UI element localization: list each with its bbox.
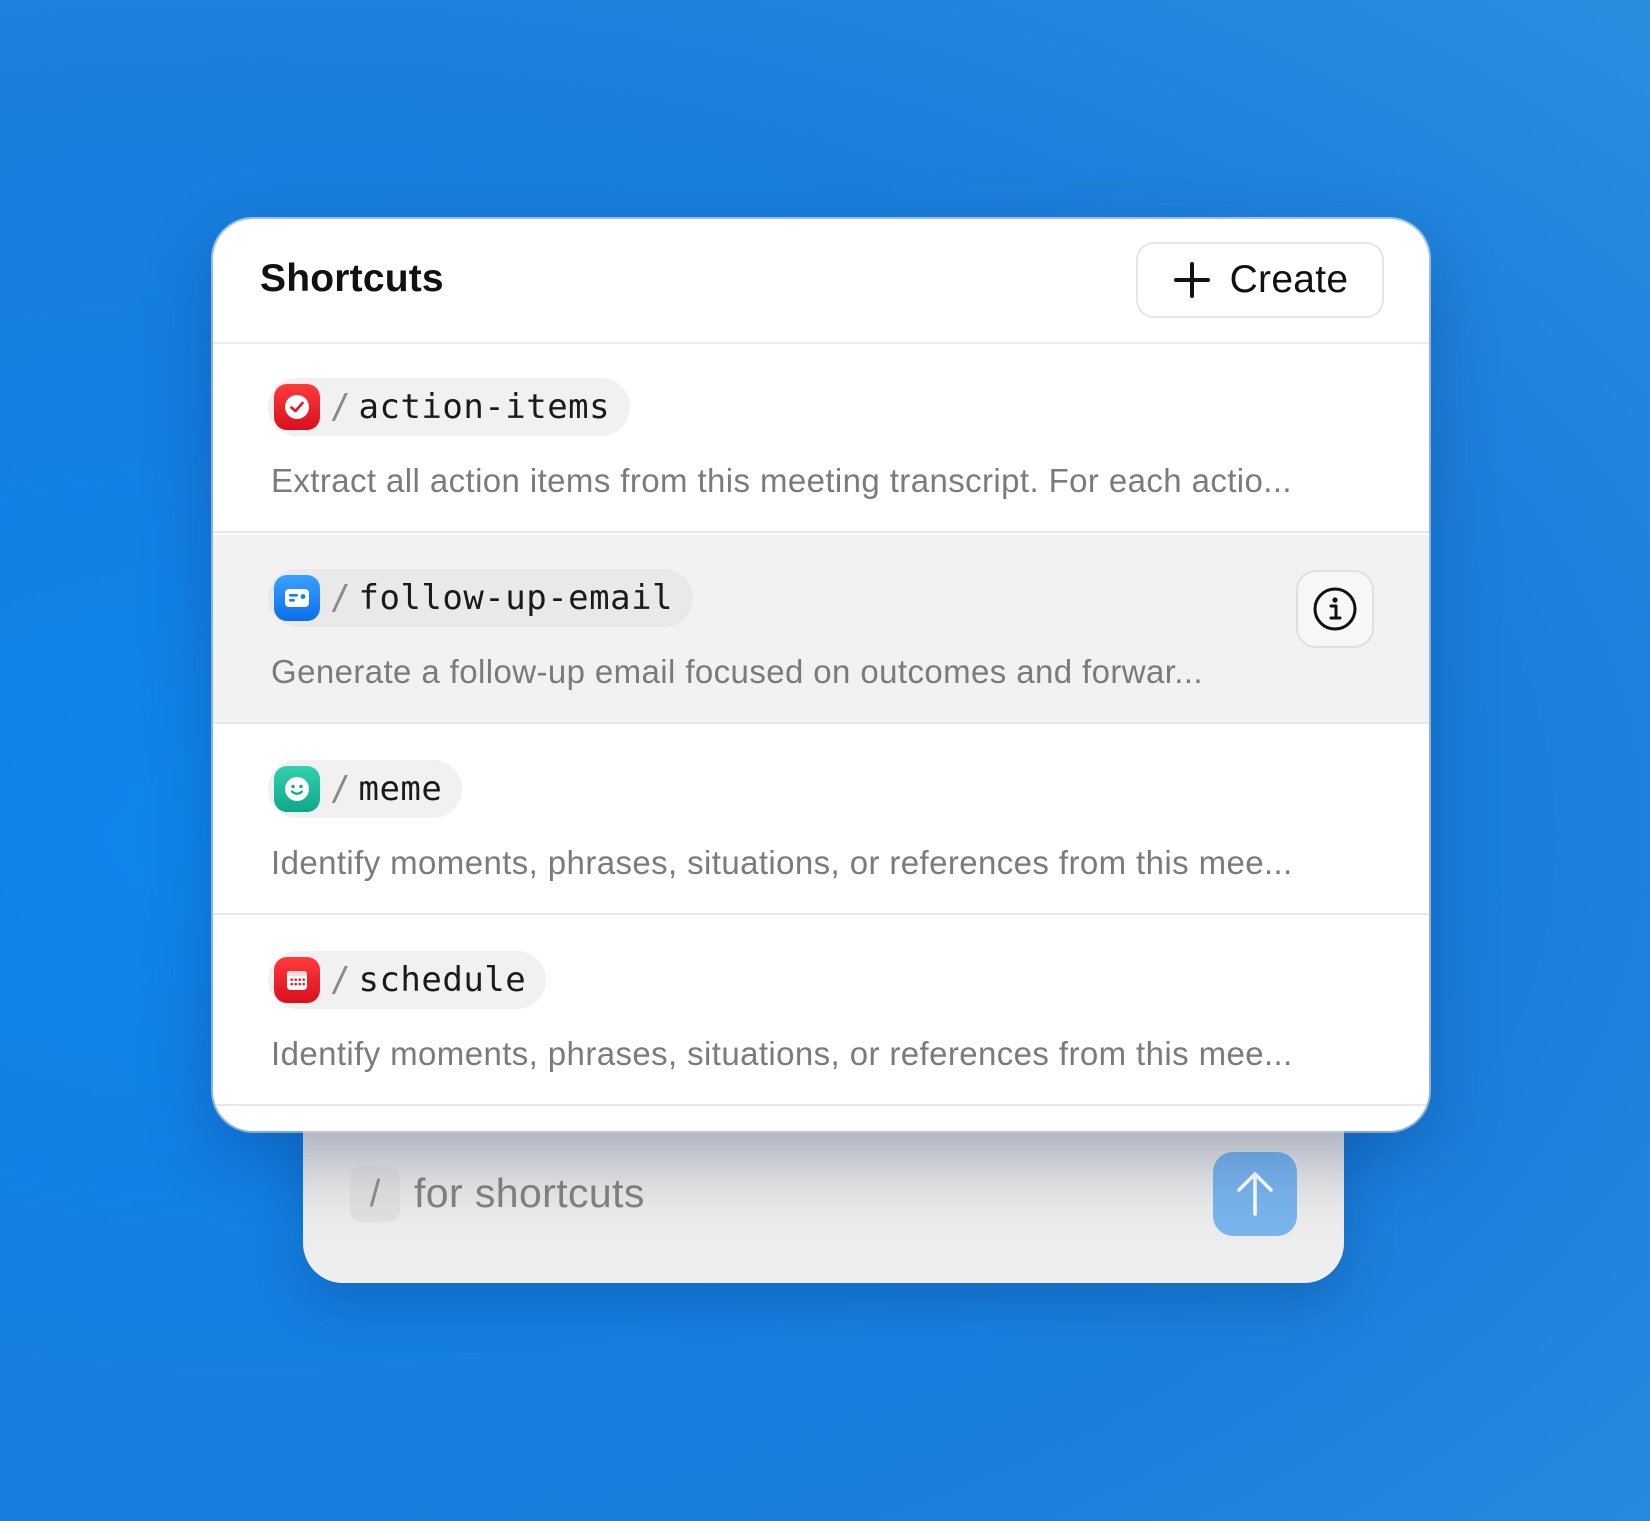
calendar-icon	[274, 957, 320, 1003]
create-button[interactable]: Create	[1136, 242, 1384, 318]
message-input[interactable]: for shortcuts	[414, 1170, 645, 1217]
shortcut-command: follow-up-email	[358, 578, 674, 618]
shortcut-command: action-items	[358, 387, 611, 427]
panel-header: Shortcuts Create	[213, 219, 1429, 344]
checkmark-circle-icon	[274, 384, 320, 430]
create-button-label: Create	[1229, 258, 1349, 301]
shortcut-description: Identify moments, phrases, situations, o…	[271, 844, 1293, 881]
info-button[interactable]	[1296, 570, 1374, 648]
shortcut-chip: / schedule	[268, 951, 547, 1009]
shortcut-description: Extract all action items from this meeti…	[271, 462, 1292, 499]
slash-key-hint: /	[350, 1166, 400, 1222]
shortcut-chip: / action-items	[268, 378, 631, 436]
shortcut-chip: / meme	[268, 760, 463, 818]
send-button[interactable]	[1213, 1152, 1297, 1236]
shortcut-command: meme	[358, 769, 443, 809]
plus-icon	[1172, 260, 1212, 300]
smiley-icon	[274, 766, 320, 812]
shortcut-item-meme[interactable]: / meme Identify moments, phrases, situat…	[213, 726, 1429, 915]
slash-prefix: /	[330, 960, 351, 1000]
shortcut-item-schedule[interactable]: / schedule Identify moments, phrases, si…	[213, 917, 1429, 1106]
shortcuts-panel: Shortcuts Create / action-items Extract …	[213, 219, 1429, 1131]
shortcut-item-action-items[interactable]: / action-items Extract all action items …	[213, 344, 1429, 533]
shortcut-description: Identify moments, phrases, situations, o…	[271, 1035, 1293, 1072]
slash-prefix: /	[330, 578, 351, 618]
shortcut-chip: / follow-up-email	[268, 569, 694, 627]
slash-prefix: /	[330, 387, 351, 427]
shortcut-description: Generate a follow-up email focused on ou…	[271, 653, 1203, 690]
shortcut-command: schedule	[358, 960, 527, 1000]
info-icon	[1313, 587, 1357, 631]
panel-title: Shortcuts	[260, 257, 444, 300]
id-card-icon	[274, 575, 320, 621]
message-input-bar: / for shortcuts	[303, 1110, 1344, 1283]
shortcut-item-follow-up-email[interactable]: / follow-up-email Generate a follow-up e…	[213, 535, 1429, 724]
arrow-up-icon	[1237, 1172, 1273, 1216]
slash-prefix: /	[330, 769, 351, 809]
